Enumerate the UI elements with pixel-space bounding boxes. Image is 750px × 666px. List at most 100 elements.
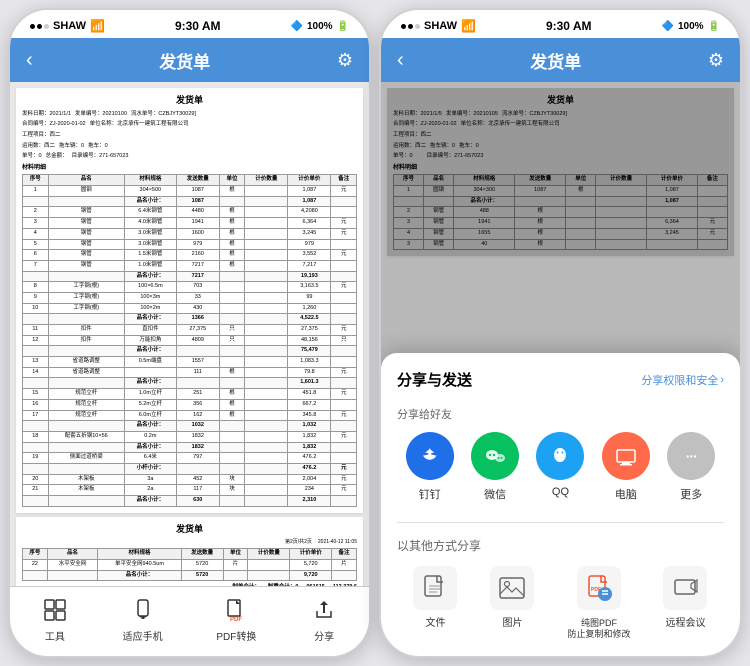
material-table: 序号品名材料规格发送数量单位计价数量计价单价备注 1圆钢304×5001087根…: [22, 174, 357, 506]
table-row: 9工字钢(根)100×3m3399: [23, 292, 357, 303]
back-button-right[interactable]: ‹: [397, 49, 404, 72]
share-friends-label: 分享给好友: [397, 406, 724, 422]
table-row: 1圆钢304×3001087根1,087: [394, 186, 728, 197]
table-row: 小杆小计：476.2元: [23, 463, 357, 474]
table-row: 3钢管4.0米钢管1941根6,364元: [23, 218, 357, 229]
share-label: 分享: [314, 628, 334, 643]
doc-meta-3: 工程项目：西二: [22, 132, 357, 140]
status-right: 🔷 100% 🔋: [291, 21, 349, 32]
toolbar-adapt[interactable]: 适应手机: [123, 596, 163, 643]
table-row: 3钢管40根: [394, 239, 728, 250]
table-row: 14省道路调整111根79.8元: [23, 367, 357, 378]
doc-meta-5: 单号：0总金额：目录编号：271-657023: [22, 153, 357, 161]
table-row: 12扣件万能扣角4809只48,156只: [23, 335, 357, 346]
share-wechat[interactable]: 微信: [471, 432, 519, 502]
table-row: 1圆钢304×5001087根1,087元: [23, 186, 357, 197]
share-security-link[interactable]: 分享权限和安全 ›: [641, 372, 724, 388]
toolbar-pdf[interactable]: PDF PDF转换: [216, 596, 256, 643]
status-bar-right: SHAW 📶 9:30 AM 🔷 100% 🔋: [381, 10, 740, 38]
table-row: 17规范立杆6.0m立杆162根345.8元: [23, 410, 357, 421]
signal-dots-r: [401, 20, 420, 32]
material-section-title: 材料明细: [22, 164, 357, 172]
table-row: 品名小计：6302,310: [23, 496, 357, 507]
doc-page-date: 第2页/共2页2021-40-12 11:05: [22, 539, 357, 546]
adapt-icon: [129, 596, 157, 624]
table-row: 品名小计：1,087: [394, 196, 728, 207]
tools-icon: [41, 596, 69, 624]
material-section-r: 材料明细: [393, 164, 728, 172]
doc-page-2: 发货单 第2页/共2页2021-40-12 11:05 序号品名材料规格发送数量…: [16, 517, 363, 586]
pdf-icon: PDF: [222, 596, 250, 624]
share-computer[interactable]: 电脑: [602, 432, 650, 502]
table-row: 21木架板2a117块234元: [23, 485, 357, 496]
table-row: 品名小计：75,479: [23, 346, 357, 357]
doc-area-left[interactable]: 发货单 发料日期：2021/1/1 发单编号：20210100 流水单号：CZB…: [10, 82, 369, 586]
doc-meta-r2: 合同编号：ZJ-2020-01-02 单位名称：北京承传一建筑工程有限公司: [393, 121, 728, 129]
share-pure-pdf-item[interactable]: PDF 纯图PDF防止复制和修改: [567, 566, 630, 640]
share-title: 分享与发送: [397, 369, 472, 390]
table-row: 品名小计：721719,193: [23, 271, 357, 282]
adapt-label: 适应手机: [123, 628, 163, 643]
signal-dots: [30, 20, 49, 32]
material-table-r: 序号品名材料规格发送数量单位计价数量计价单价备注 1圆钢304×3001087根…: [393, 174, 728, 250]
table-row: 品名小计：18321,832: [23, 442, 357, 453]
dingtalk-label: 钉钉: [419, 486, 441, 502]
share-file-row: 文件 图片: [397, 566, 724, 640]
image-icon: [490, 566, 534, 610]
table-row: 品名小计：57209,720: [23, 570, 357, 581]
table-row: 6钢管1.5米钢管2160根3,552元: [23, 250, 357, 261]
share-more[interactable]: ··· 更多: [667, 432, 715, 502]
remote-icon: [663, 566, 707, 610]
page-title-right: 发货单: [530, 48, 581, 73]
table-row: 19侧面过道桥梁6.4米797476.2: [23, 453, 357, 464]
gear-button-right[interactable]: ⚙: [708, 50, 724, 71]
share-apps-row: 钉钉: [397, 432, 724, 502]
doc-title-1: 发货单: [22, 94, 357, 107]
back-button-left[interactable]: ‹: [26, 49, 33, 72]
nav-bar-right: ‹ 发货单 ⚙: [381, 38, 740, 82]
tools-label: 工具: [45, 628, 65, 643]
file-label: 文件: [425, 618, 445, 630]
doc-page-1: 发货单 发料日期：2021/1/1 发单编号：20210100 流水单号：CZB…: [16, 88, 363, 513]
table-row: 10工字钢(根)100×2m4301,260: [23, 303, 357, 314]
table-row: 16规范立杆5.2m立杆356根667.2: [23, 399, 357, 410]
chevron-right-icon: ›: [720, 374, 724, 386]
battery-label-r: 100%: [678, 21, 704, 32]
battery-label: 100%: [307, 21, 333, 32]
doc-meta-r5: 单号：0目录编号：271-657023: [393, 153, 728, 161]
table-row: 4钢管1655根3,245元: [394, 228, 728, 239]
toolbar-tools[interactable]: 工具: [41, 596, 69, 643]
share-security-label: 分享权限和安全: [641, 372, 718, 388]
share-qq[interactable]: QQ: [536, 432, 584, 502]
page-title-left: 发货单: [159, 48, 210, 73]
share-file-item[interactable]: 文件: [413, 566, 457, 640]
share-dingtalk[interactable]: 钉钉: [406, 432, 454, 502]
doc-page-right-1: 发货单 发料日期：2021/1/5 发单编号：20210105 流水单号：CZB…: [387, 88, 734, 256]
share-icon: [310, 596, 338, 624]
table-row: 品名小计：13664,522.5: [23, 314, 357, 325]
bluetooth-icon-r: 🔷: [662, 21, 674, 32]
dimmed-doc: 发货单 发料日期：2021/1/5 发单编号：20210105 流水单号：CZB…: [387, 88, 734, 256]
doc-meta-1: 发料日期：2021/1/1 发单编号：20210100 流水单号：CZBJYT3…: [22, 111, 357, 119]
table-row: 2钢管488根: [394, 207, 728, 218]
wechat-icon: [471, 432, 519, 480]
time-display: 9:30 AM: [175, 19, 221, 33]
toolbar-share[interactable]: 分享: [310, 596, 338, 643]
table-row: 7钢管1.0米钢管7217根7,217: [23, 260, 357, 271]
pdf-label: PDF转换: [216, 628, 256, 643]
file-icon: [413, 566, 457, 610]
share-remote-item[interactable]: 远程会议: [663, 566, 707, 640]
right-phone: SHAW 📶 9:30 AM 🔷 100% 🔋 ‹ 发货单 ⚙ 发货单 发料日: [379, 8, 742, 658]
status-right-r: 🔷 100% 🔋: [662, 21, 720, 32]
battery-icon: 🔋: [337, 21, 349, 32]
pure-pdf-label: 纯图PDF防止复制和修改: [567, 618, 630, 640]
gear-button-left[interactable]: ⚙: [337, 50, 353, 71]
pure-pdf-icon: PDF: [577, 566, 621, 610]
doc-meta-4: 运用数：西二拖车辆：0拖车：0: [22, 143, 357, 151]
table-row: 5钢管3.0米钢管979根979: [23, 239, 357, 250]
wechat-label: 微信: [484, 486, 506, 502]
computer-label: 电脑: [615, 486, 637, 502]
material-table-2: 序号品名材料规格发送数量单位计价数量计价单价备注 22水平安全网单平安全网940…: [22, 548, 357, 581]
status-left: 发货单 SHAW 📶: [30, 19, 105, 33]
share-image-item[interactable]: 图片: [490, 566, 534, 640]
